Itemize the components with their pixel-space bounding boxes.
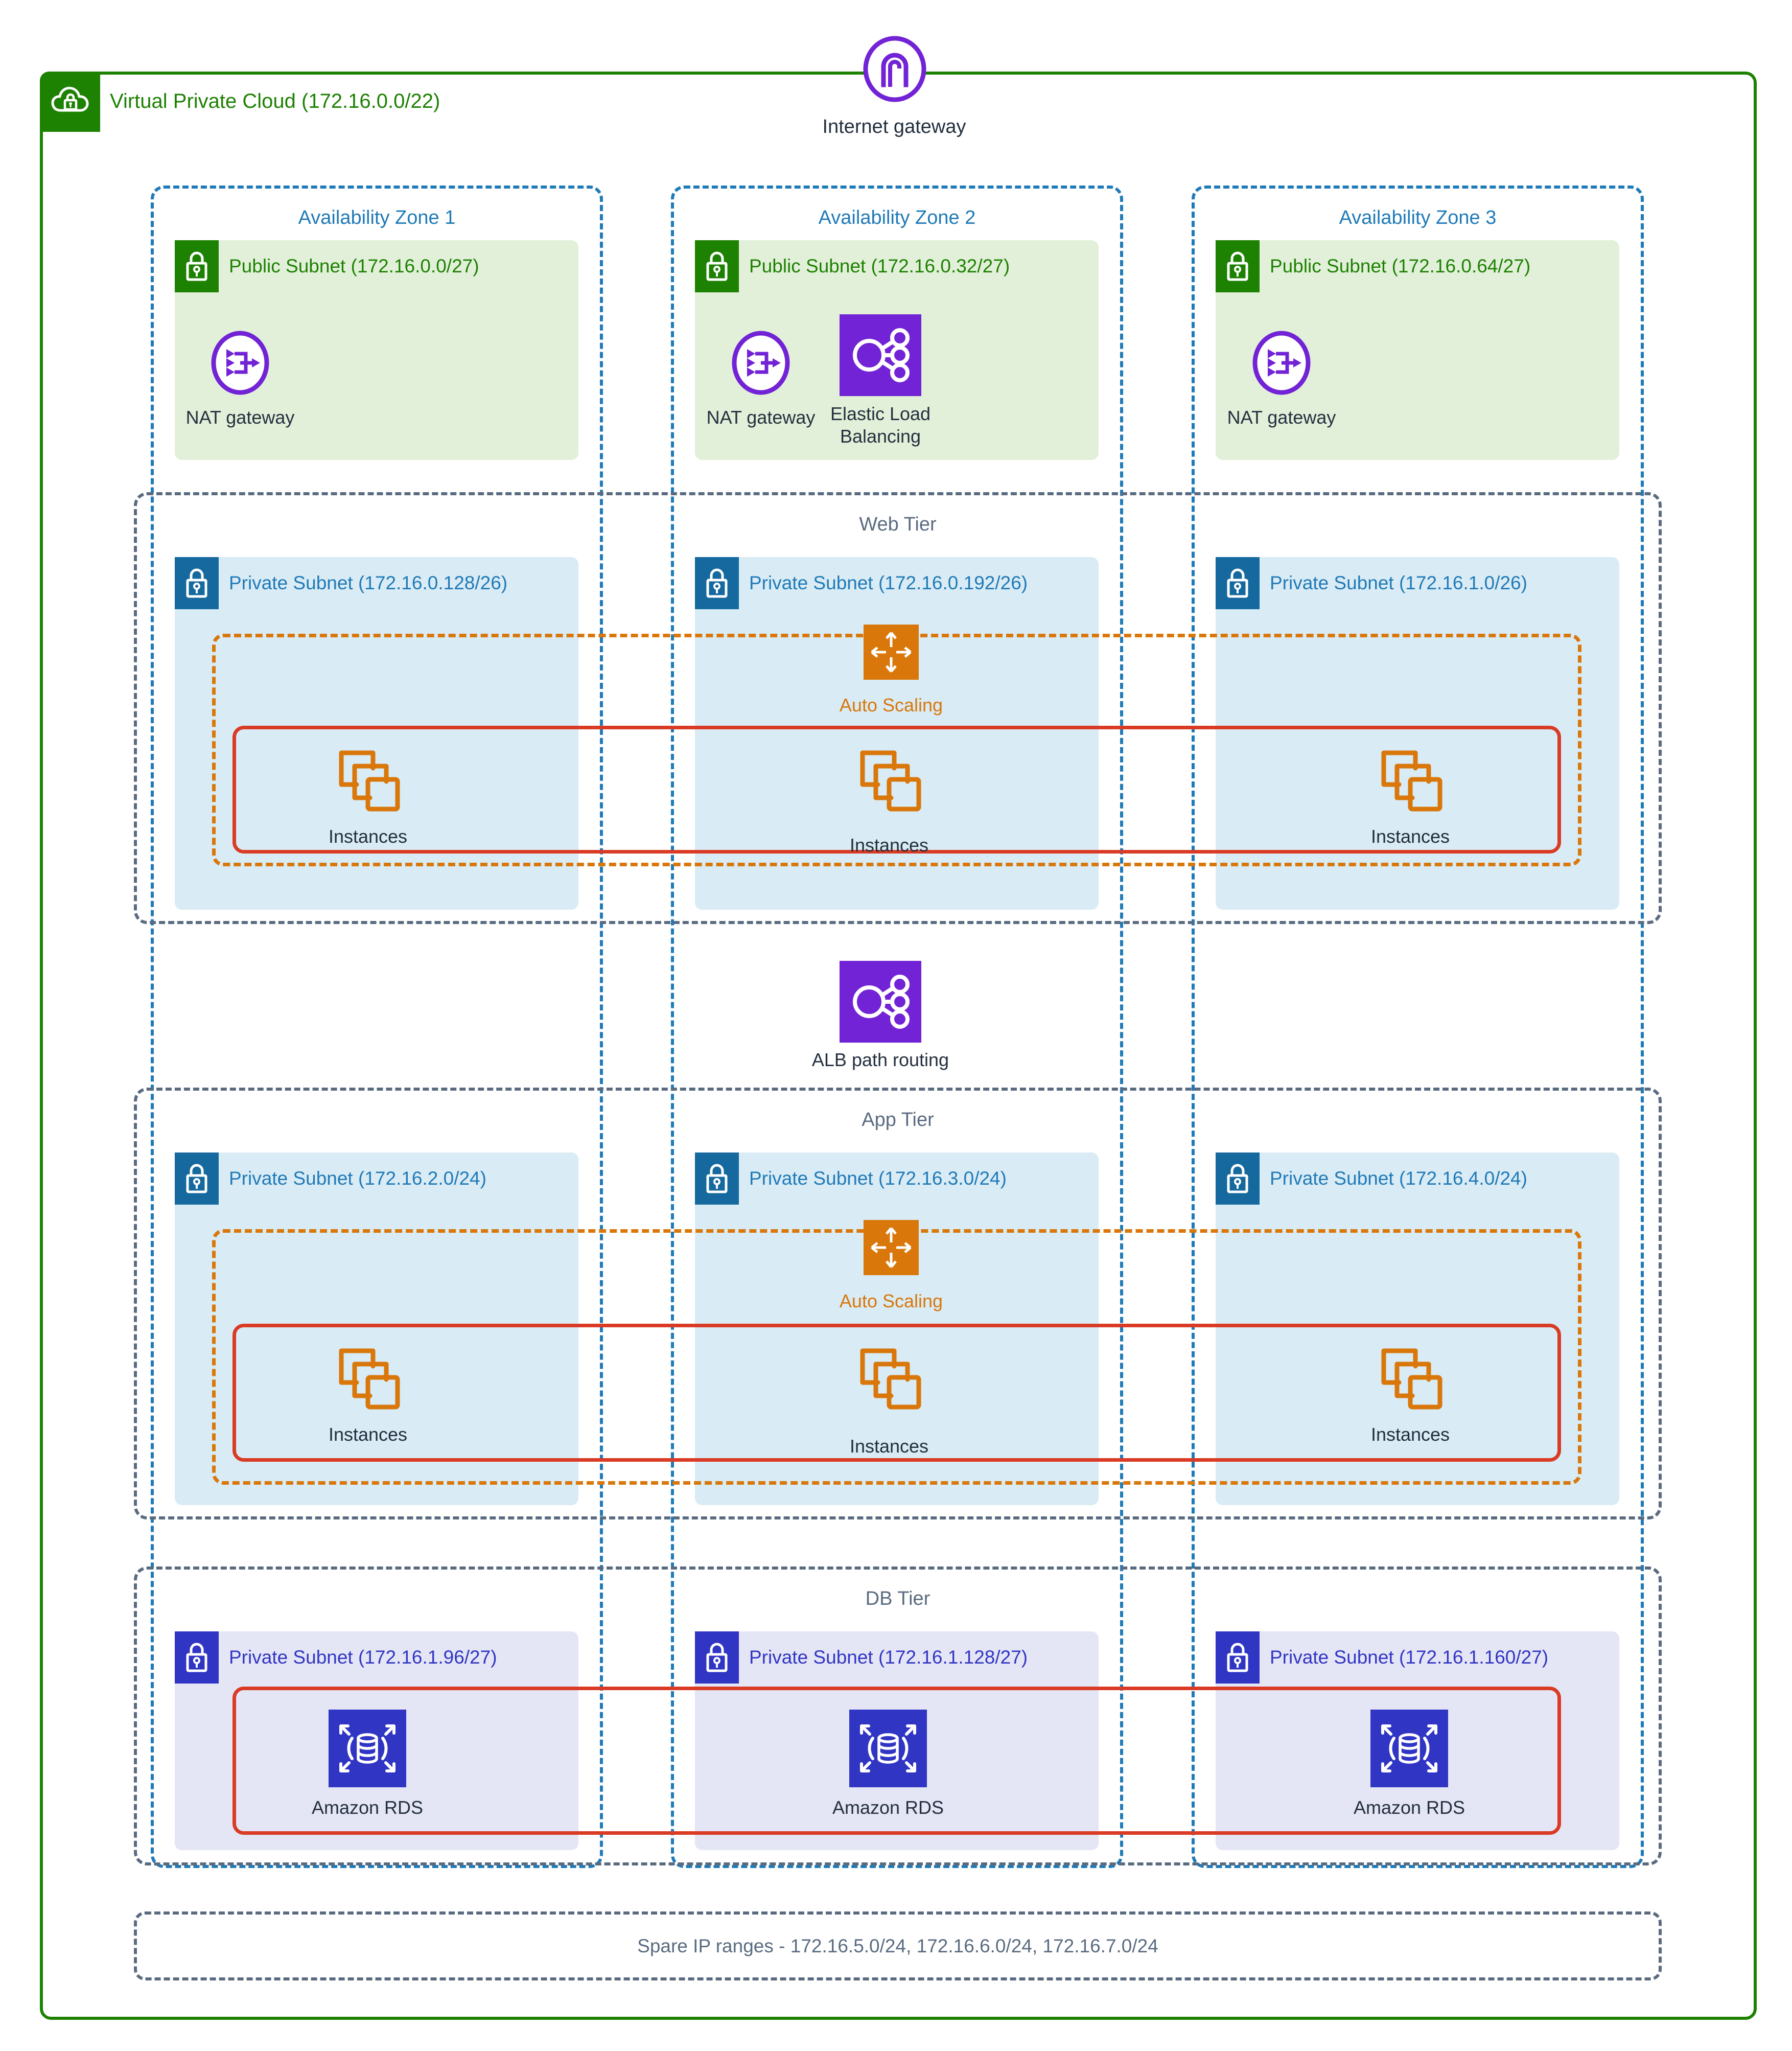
amazon-rds-label-az1: Amazon RDS [311, 1797, 424, 1818]
auto-scaling-icon-web [864, 625, 919, 680]
az-2-title: Availability Zone 2 [818, 207, 976, 228]
amazon-rds-label-az3: Amazon RDS [1353, 1797, 1465, 1818]
public-subnet-az2-label: Public Subnet (172.16.0.32/27) [749, 256, 1010, 276]
lock-icon-public-3 [1216, 240, 1260, 292]
alb-path-routing-icon [840, 961, 921, 1043]
instances-label-web-az3: Instances [1370, 826, 1450, 847]
instances-label-app-az2: Instances [849, 1436, 929, 1457]
instances-label-app-az1: Instances [328, 1424, 408, 1445]
web-tier-subnet-az2-label: Private Subnet (172.16.0.192/26) [749, 572, 1028, 593]
lock-icon-db-3 [1216, 1631, 1260, 1684]
instances-icon-app-az2 [853, 1342, 925, 1413]
app-tier-subnet-az3-label: Private Subnet (172.16.4.0/24) [1270, 1168, 1527, 1189]
internet-gateway-label: Internet gateway [822, 116, 966, 137]
alb-path-routing-label: ALB path routing [811, 1049, 949, 1070]
lock-icon-app-3 [1216, 1153, 1260, 1205]
auto-scaling-label-app: Auto Scaling [839, 1290, 943, 1311]
amazon-rds-icon-az2 [849, 1710, 927, 1787]
app-tier-title: App Tier [862, 1109, 934, 1131]
az-1-title: Availability Zone 1 [298, 207, 456, 228]
nat-gateway-label-az2: NAT gateway [706, 407, 816, 428]
lock-icon-app-2 [695, 1153, 739, 1205]
auto-scaling-icon-app [864, 1220, 919, 1275]
elastic-load-balancing-icon [840, 314, 921, 396]
spare-ip-ranges-text: Spare IP ranges - 172.16.5.0/24, 172.16.… [637, 1935, 1158, 1956]
web-tier-subnet-az3-label: Private Subnet (172.16.1.0/26) [1270, 572, 1527, 593]
lock-icon-web-3 [1216, 557, 1260, 609]
db-tier-subnet-az3-label: Private Subnet (172.16.1.160/27) [1270, 1647, 1549, 1668]
nat-gateway-icon-az2 [728, 330, 794, 396]
auto-scaling-label-web: Auto Scaling [839, 695, 943, 716]
instances-icon-web-az3 [1375, 744, 1446, 815]
public-subnet-az1-label: Public Subnet (172.16.0.0/27) [229, 256, 479, 276]
nat-gateway-icon-az1 [207, 330, 273, 396]
instances-icon-app-az1 [332, 1342, 404, 1413]
db-tier-subnet-az1-label: Private Subnet (172.16.1.96/27) [229, 1647, 497, 1668]
instances-icon-web-az2 [853, 744, 925, 815]
lock-icon-web-1 [175, 557, 219, 609]
web-tier-subnet-az1-label: Private Subnet (172.16.0.128/26) [229, 572, 508, 593]
instances-label-web-az1: Instances [328, 826, 408, 847]
vpc-title: Virtual Private Cloud (172.16.0.0/22) [110, 90, 440, 112]
lock-icon-app-1 [175, 1153, 219, 1205]
lock-icon-db-2 [695, 1631, 739, 1684]
elastic-load-balancing-label: Elastic Load Balancing [819, 403, 942, 448]
elb-label-line2: Balancing [840, 425, 921, 447]
app-tier-subnet-az1-label: Private Subnet (172.16.2.0/24) [229, 1168, 486, 1189]
az-3-title: Availability Zone 3 [1339, 207, 1497, 228]
instances-icon-app-az3 [1375, 1342, 1446, 1413]
spare-ip-ranges-box: Spare IP ranges - 172.16.5.0/24, 172.16.… [134, 1911, 1662, 1980]
internet-gateway-icon [862, 36, 928, 102]
amazon-rds-icon-az1 [329, 1710, 406, 1787]
instances-label-app-az3: Instances [1370, 1424, 1450, 1445]
lock-icon-public-1 [175, 240, 219, 292]
aws-architecture-diagram: Virtual Private Cloud (172.16.0.0/22) In… [0, 0, 1792, 2051]
lock-icon-db-1 [175, 1631, 219, 1684]
public-subnet-az3-label: Public Subnet (172.16.0.64/27) [1270, 256, 1531, 276]
nat-gateway-label-az1: NAT gateway [185, 407, 295, 428]
amazon-rds-label-az2: Amazon RDS [832, 1797, 944, 1818]
instances-label-web-az2: Instances [849, 835, 929, 856]
app-tier-subnet-az2-label: Private Subnet (172.16.3.0/24) [749, 1168, 1007, 1189]
db-tier-subnet-az2-label: Private Subnet (172.16.1.128/27) [749, 1647, 1028, 1668]
lock-icon-web-2 [695, 557, 739, 609]
elb-label-line1: Elastic Load [830, 403, 931, 424]
db-tier-title: DB Tier [865, 1588, 930, 1609]
nat-gateway-icon-az3 [1248, 330, 1315, 396]
vpc-cloud-lock-icon [40, 72, 100, 132]
amazon-rds-icon-az3 [1370, 1710, 1448, 1787]
web-tier-title: Web Tier [859, 514, 937, 535]
instances-icon-web-az1 [332, 744, 404, 815]
lock-icon-public-2 [695, 240, 739, 292]
nat-gateway-label-az3: NAT gateway [1227, 407, 1336, 428]
